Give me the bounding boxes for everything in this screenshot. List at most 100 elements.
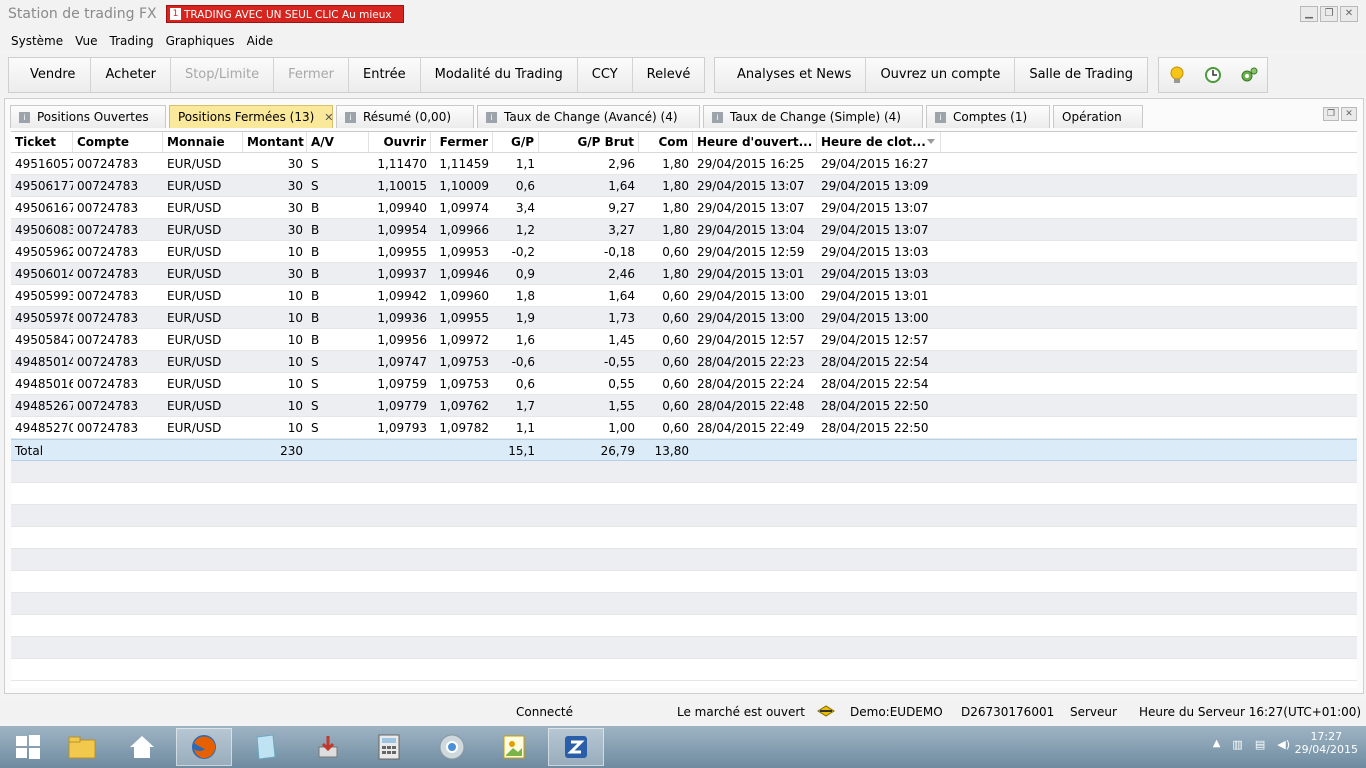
cell-close-time: 28/04/2015 22:54 (821, 377, 929, 391)
one-click-trading-banner[interactable]: 1 TRADING AVEC UN SEUL CLIC Au mieux (166, 5, 404, 23)
empty-row (11, 549, 1357, 571)
tab-rates-advanced[interactable]: i Taux de Change (Avancé) (4) (477, 105, 700, 128)
cell-open-time: 29/04/2015 13:01 (697, 267, 805, 281)
menu-aide[interactable]: Aide (241, 31, 280, 51)
close-icon[interactable]: ✕ (1341, 107, 1357, 121)
sort-descending-icon[interactable] (927, 139, 935, 144)
table-row[interactable]: 49506014 00724783 EUR/USD 30 B 1,09937 1,09946… (11, 263, 1357, 285)
column-header-currency[interactable]: Monnaie (163, 132, 243, 152)
table-row[interactable]: 49485267 00724783 EUR/USD 10 S 1,09779 1,09762… (11, 395, 1357, 417)
cell-currency: EUR/USD (167, 333, 222, 347)
table-row[interactable]: 49505962 00724783 EUR/USD 10 B 1,09955 1,09953… (11, 241, 1357, 263)
table-row[interactable]: 49506167 00724783 EUR/USD 30 B 1,09940 1,09974… (11, 197, 1357, 219)
trading-app-icon[interactable] (548, 728, 604, 766)
cell-open-time: 28/04/2015 22:48 (697, 399, 805, 413)
close-icon[interactable]: ✕ (324, 106, 333, 129)
buy-button[interactable]: Acheter (91, 58, 171, 92)
table-row[interactable]: 49516057 00724783 EUR/USD 30 S 1,11470 1,11459… (11, 153, 1357, 175)
one-click-label: TRADING AVEC UN SEUL CLIC Au mieux (184, 9, 392, 21)
column-header-amount[interactable]: Montant (243, 132, 307, 152)
tab-operation[interactable]: Opération (1053, 105, 1143, 128)
calculator-icon[interactable] (361, 728, 417, 766)
clock[interactable]: 17:27 29/04/2015 (1295, 730, 1358, 756)
tab-summary[interactable]: i Résumé (0,00) (336, 105, 474, 128)
menu-trading[interactable]: Trading (104, 31, 160, 51)
tab-open-positions[interactable]: i Positions Ouvertes (10, 105, 166, 128)
restore-icon[interactable]: ❐ (1320, 6, 1338, 22)
cell-side: B (311, 267, 320, 281)
cell-open-time: 28/04/2015 22:49 (697, 421, 805, 435)
cell-open-time: 28/04/2015 22:24 (697, 377, 805, 391)
stop-limit-button[interactable]: Stop/Limite (171, 58, 275, 92)
column-header-ticket[interactable]: Ticket (11, 132, 73, 152)
one-click-badge: 1 (170, 8, 181, 20)
tab-rates-simple[interactable]: i Taux de Change (Simple) (4) (703, 105, 923, 128)
table-row[interactable]: 49505993 00724783 EUR/USD 10 B 1,09942 1,09960… (11, 285, 1357, 307)
cell-currency: EUR/USD (167, 267, 222, 281)
tab-closed-positions[interactable]: Positions Fermées (13) ✕ (169, 105, 334, 129)
settings-gear-icon[interactable] (1231, 58, 1267, 92)
notes-icon[interactable] (237, 728, 293, 766)
account-id: D26730176001 (961, 705, 1055, 719)
empty-row (11, 571, 1357, 593)
volume-icon[interactable]: ◀) (1277, 738, 1290, 751)
installer-icon[interactable] (300, 728, 356, 766)
menu-graphiques[interactable]: Graphiques (160, 31, 241, 51)
table-row[interactable]: 49485016 00724783 EUR/USD 10 S 1,09759 1,09753… (11, 373, 1357, 395)
photo-viewer-icon[interactable] (486, 728, 542, 766)
trading-room-button[interactable]: Salle de Trading (1015, 58, 1147, 92)
ccy-button[interactable]: CCY (578, 58, 633, 92)
table-row[interactable]: 49485014 00724783 EUR/USD 10 S 1,09747 1,09753… (11, 351, 1357, 373)
cell-commission: 0,60 (662, 333, 689, 347)
cell-commission: 1,80 (662, 157, 689, 171)
cell-account: 00724783 (77, 333, 139, 347)
clock-refresh-icon[interactable] (1195, 58, 1231, 92)
sell-button[interactable]: Vendre (9, 58, 92, 92)
cell-open-time: 29/04/2015 13:00 (697, 311, 805, 325)
entry-button[interactable]: Entrée (349, 58, 421, 92)
firefox-icon[interactable] (176, 728, 232, 766)
restore-icon[interactable]: ❐ (1323, 107, 1339, 121)
statement-button[interactable]: Relevé (633, 58, 705, 92)
home-icon[interactable] (114, 728, 170, 766)
table-row[interactable]: 49506083 00724783 EUR/USD 30 B 1,09954 1,09966… (11, 219, 1357, 241)
column-header-open-price[interactable]: Ouvrir (369, 132, 431, 152)
chrome-icon[interactable] (424, 728, 480, 766)
column-header-pnl-gross[interactable]: G/P Brut (539, 132, 639, 152)
cell-close-price: 1,10009 (439, 179, 489, 193)
file-explorer-icon[interactable] (54, 728, 110, 766)
open-account-button[interactable]: Ouvrez un compte (866, 58, 1016, 92)
power-icon[interactable]: ▤ (1255, 738, 1265, 751)
tab-accounts[interactable]: i Comptes (1) (926, 105, 1050, 128)
column-header-close-time[interactable]: Heure de clot... (817, 132, 941, 152)
column-header-commission[interactable]: Com (639, 132, 693, 152)
cell-close-price: 1,09974 (439, 201, 489, 215)
chevron-up-icon[interactable]: ▲ (1213, 738, 1221, 751)
market-status: Le marché est ouvert (677, 705, 806, 719)
column-header-side[interactable]: A/V (307, 132, 369, 152)
lightbulb-icon[interactable] (1159, 58, 1195, 92)
cell-amount: 10 (287, 421, 303, 435)
table-row[interactable]: 49506177 00724783 EUR/USD 30 S 1,10015 1,10009… (11, 175, 1357, 197)
column-header-pnl[interactable]: G/P (493, 132, 539, 152)
menu-vue[interactable]: Vue (69, 31, 103, 51)
cell-close-price: 1,09966 (439, 223, 489, 237)
column-header-close-price[interactable]: Fermer (431, 132, 493, 152)
cell-pnl-gross: 1,73 (608, 311, 635, 325)
table-row[interactable]: 49485270 00724783 EUR/USD 10 S 1,09793 1,09782… (11, 417, 1357, 439)
close-position-button[interactable]: Fermer (274, 58, 349, 92)
windows-start-icon[interactable] (0, 728, 56, 766)
close-icon[interactable]: ✕ (1340, 6, 1358, 22)
table-row[interactable]: 49505978 00724783 EUR/USD 10 B 1,09936 1,09955… (11, 307, 1357, 329)
cell-commission: 0,60 (662, 355, 689, 369)
analyses-news-button[interactable]: Analyses et News (715, 58, 867, 92)
table-row[interactable]: 49505847 00724783 EUR/USD 10 B 1,09956 1,09972… (11, 329, 1357, 351)
column-header-open-time[interactable]: Heure d'ouvert... (693, 132, 817, 152)
column-header-account[interactable]: Compte (73, 132, 163, 152)
cell-pnl: 1,6 (515, 333, 535, 347)
minimize-icon[interactable]: ▁ (1300, 6, 1318, 22)
menu-systeme[interactable]: Système (0, 31, 69, 51)
trading-mode-button[interactable]: Modalité du Trading (421, 58, 578, 92)
network-icon[interactable]: ▥ (1232, 738, 1242, 751)
cell-close-time: 28/04/2015 22:50 (821, 399, 929, 413)
